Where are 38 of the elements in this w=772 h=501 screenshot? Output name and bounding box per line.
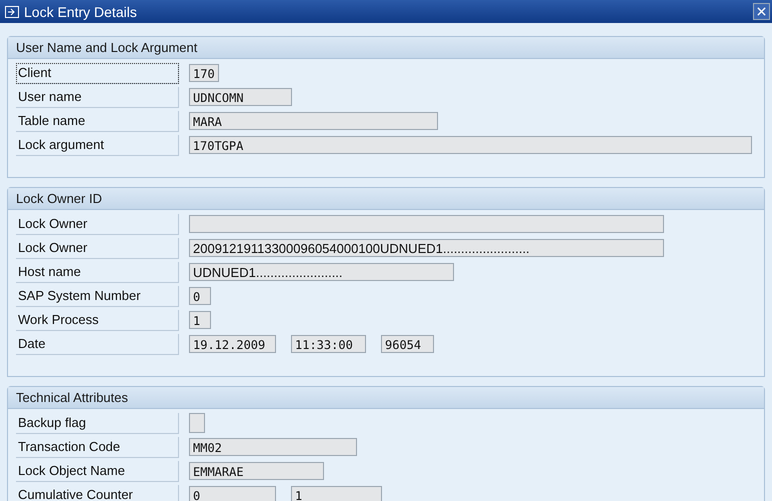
window-icon [5, 6, 19, 18]
field-label: Table name [16, 110, 179, 132]
field-label: Cumulative Counter [16, 484, 179, 501]
output-field[interactable]: 170TGPA [188, 136, 752, 154]
close-button[interactable] [753, 3, 770, 20]
output-field[interactable]: 0 [189, 287, 211, 305]
close-icon [757, 7, 766, 16]
field-label: Lock Owner [16, 238, 179, 258]
output-field[interactable]: 0 [189, 486, 276, 501]
field-label: Lock Owner [16, 214, 179, 234]
output-field[interactable]: 1 [189, 311, 211, 329]
output-field[interactable]: MM02 [189, 438, 357, 456]
output-field[interactable] [189, 215, 664, 233]
field-label: Date [16, 334, 179, 354]
field-label: SAP System Number [16, 286, 179, 306]
field-label: Backup flag [16, 412, 179, 434]
checkbox[interactable] [189, 413, 205, 433]
output-field[interactable]: EMMARAE [189, 462, 324, 480]
group-title: User Name and Lock Argument [8, 37, 764, 59]
output-field[interactable]: 1 [291, 486, 382, 501]
group-title: Lock Owner ID [8, 188, 764, 210]
output-field[interactable]: UDNCOMN [189, 88, 292, 106]
field-label: Client [16, 62, 179, 84]
output-field[interactable]: 19.12.2009 [189, 335, 276, 353]
output-field[interactable]: UDNUED1........................ [189, 263, 454, 281]
field-label: Lock Object Name [16, 460, 179, 482]
field-label: Work Process [16, 310, 179, 330]
field-label: Transaction Code [16, 436, 179, 458]
field-label: User name [16, 86, 179, 108]
output-field[interactable]: 11:33:00 [291, 335, 366, 353]
output-field[interactable]: MARA [189, 112, 438, 130]
group-title: Technical Attributes [8, 387, 764, 409]
field-label: Lock argument [16, 134, 179, 156]
field-label: Host name [16, 262, 179, 282]
output-field[interactable]: 20091219113300096054000100UDNUED1........................ [189, 239, 664, 257]
output-field[interactable]: 170 [189, 64, 219, 82]
window-title: Lock Entry Details [24, 4, 138, 20]
output-field[interactable]: 96054 [381, 335, 434, 353]
